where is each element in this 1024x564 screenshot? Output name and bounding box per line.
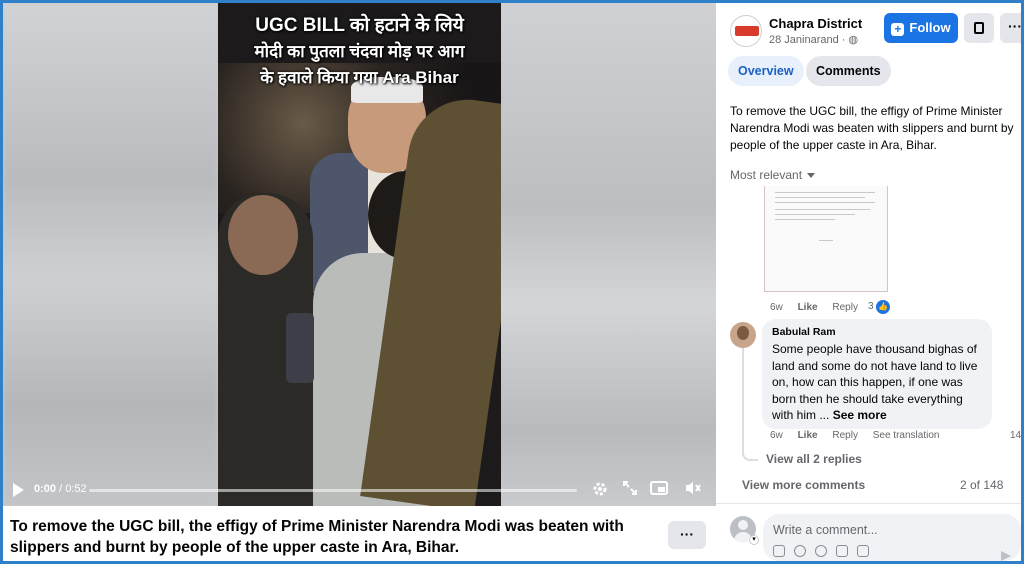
avatar-face (737, 326, 749, 340)
page-logo (735, 26, 759, 36)
sticker-icon[interactable] (857, 545, 869, 557)
side-panel: Chapra District 28 Janinarand · ◍ + Follo… (716, 3, 1024, 561)
video-caption-line1: UGC BILL को हटाने के लिये (255, 15, 464, 36)
phone (286, 313, 314, 383)
comment-input[interactable] (773, 521, 1003, 539)
comment-pager: 2 of 148 (960, 478, 1004, 492)
reaction-count: 3 (868, 301, 874, 312)
emoji-icon[interactable] (794, 545, 806, 557)
time-total: 0:52 (65, 483, 87, 495)
comment-time: 6w (770, 302, 783, 313)
doc-line (775, 202, 875, 203)
expand-icon[interactable] (620, 480, 640, 500)
video-controls: 0:00 / 0:52 (3, 474, 716, 506)
post-date-text: 28 Janinarand (769, 34, 839, 46)
doc-line (819, 240, 833, 241)
reply-link[interactable]: Reply (832, 302, 858, 313)
picture-in-picture-icon[interactable] (649, 480, 669, 500)
comment-meta-2: 6w Like Reply See translation (770, 430, 951, 441)
post-date: 28 Janinarand · ◍ (769, 34, 859, 46)
see-more-link[interactable]: See more (833, 408, 887, 422)
composer-icons (773, 545, 869, 557)
tab-overview[interactable]: Overview (728, 56, 804, 86)
doc-line (775, 197, 865, 198)
avatar[interactable] (730, 322, 756, 348)
settings-icon[interactable] (590, 480, 610, 500)
mute-icon[interactable] (683, 480, 703, 500)
like-link[interactable]: Like (798, 302, 818, 313)
follow-button[interactable]: + Follow (884, 13, 958, 43)
follow-icon: + (891, 23, 905, 36)
reaction-count-cut: 14 (1010, 430, 1022, 441)
divider (716, 503, 1021, 504)
avatar-sticker-icon[interactable] (773, 545, 785, 557)
video-progress-bar[interactable] (89, 489, 577, 492)
post-more-button[interactable]: ··· (668, 521, 706, 549)
reply-connector (742, 449, 758, 461)
comment-composer[interactable] (763, 514, 1021, 561)
follow-label: Follow (909, 20, 951, 35)
doc-line (775, 219, 835, 220)
play-icon[interactable] (13, 483, 24, 497)
like-link[interactable]: Like (798, 430, 818, 441)
view-replies-link[interactable]: View all 2 replies (766, 452, 862, 466)
globe-icon: ◍ (848, 34, 859, 46)
bookmark-icon (974, 22, 984, 34)
person-left-head (228, 195, 298, 275)
comment-time: 6w (770, 430, 783, 441)
comment-bubble: Babulal Ram Some people have thousand bi… (762, 319, 992, 429)
gif-icon[interactable] (836, 545, 848, 557)
reply-link[interactable]: Reply (832, 430, 858, 441)
see-translation-link[interactable]: See translation (873, 430, 940, 441)
page-avatar[interactable] (730, 15, 762, 47)
avatar-head (738, 520, 748, 530)
tab-comments[interactable]: Comments (806, 56, 891, 86)
comment-author[interactable]: Babulal Ram (772, 326, 836, 338)
video-caption-line2: मोदी का पुतला चंदवा मोड़ पर आग (254, 42, 465, 61)
video-blur-right (501, 3, 716, 506)
video-caption-line3: के हवाले किया गया Ara Bihar (260, 68, 459, 87)
sort-dropdown[interactable]: Most relevant (730, 168, 816, 182)
video-time: 0:00 / 0:52 (34, 483, 87, 495)
doc-line (775, 214, 855, 215)
video-caption: UGC BILL को हटाने के लिये मोदी का पुतला … (218, 13, 501, 91)
time-current: 0:00 (34, 483, 57, 495)
post-text: To remove the UGC bill, the effigy of Pr… (10, 518, 624, 556)
save-button[interactable] (964, 13, 994, 43)
doc-line (775, 192, 875, 193)
comment-image[interactable] (764, 186, 888, 292)
send-icon[interactable] (1001, 551, 1011, 561)
doc-line (775, 209, 870, 210)
more-options-button[interactable]: ··· (1000, 13, 1024, 43)
video-player[interactable]: UGC BILL को हटाने के लिये मोदी का पुतला … (3, 3, 716, 506)
time-separator: / (56, 483, 66, 495)
comment-text: Some people have thousand bighas of land… (772, 341, 987, 424)
thumbs-up-icon[interactable]: 👍 (876, 300, 890, 314)
view-more-comments-link[interactable]: View more comments (742, 478, 865, 492)
chevron-down-icon (807, 173, 816, 178)
chevron-down-icon[interactable]: ▾ (749, 535, 759, 545)
video-blur-left (3, 3, 218, 506)
page-name[interactable]: Chapra District (769, 16, 862, 31)
comment-meta-1: 6w Like Reply (770, 302, 870, 313)
sort-label: Most relevant (730, 168, 803, 182)
post-description: To remove the UGC bill, the effigy of Pr… (730, 104, 1014, 152)
camera-icon[interactable] (815, 545, 827, 557)
